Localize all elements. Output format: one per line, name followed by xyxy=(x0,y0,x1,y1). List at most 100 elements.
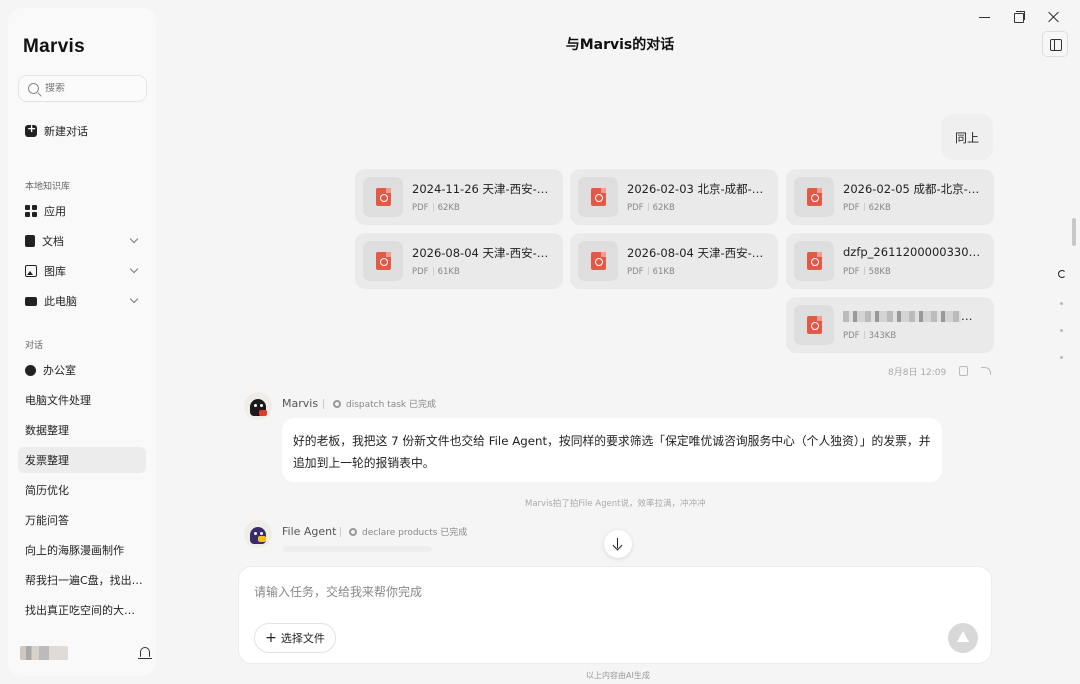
new-chat-icon xyxy=(25,122,37,137)
office-icon xyxy=(25,364,36,376)
file-meta: PDF 62KB xyxy=(412,203,460,213)
conversation-label: 办公室 xyxy=(43,364,76,377)
conversation-item[interactable]: 找出真正吃空间的大… xyxy=(18,597,146,623)
pdf-icon xyxy=(807,188,822,206)
task-status: declare products 已完成 xyxy=(349,525,467,538)
conversation-item[interactable]: 简历优化 xyxy=(18,477,146,503)
assistant-message-bubble: 好的老板，我把这 7 份新文件也交给 File Agent，按同样的要求筛选「保… xyxy=(282,418,942,482)
chevron-down-icon[interactable] xyxy=(129,264,139,274)
image-icon xyxy=(25,265,37,277)
sidebar-item-label: 此电脑 xyxy=(44,295,77,308)
share-icon[interactable] xyxy=(981,367,991,375)
sender-name: File Agent xyxy=(282,525,337,538)
file-attachment[interactable]: 2024-11-26 天津-西安-2… PDF 62KB xyxy=(355,169,563,225)
conversations-heading: 对话 xyxy=(25,341,44,351)
nav-dot[interactable] xyxy=(1060,302,1063,305)
select-files-button[interactable]: + 选择文件 xyxy=(254,623,336,653)
scroll-to-bottom-button[interactable] xyxy=(604,530,632,558)
conversation-item[interactable]: 向上的海豚漫画制作 xyxy=(18,537,146,563)
file-agent-avatar xyxy=(244,520,272,548)
pdf-icon xyxy=(807,316,822,334)
file-attachment[interactable]: 2026-08-04 天津-西安-2… PDF 61KB xyxy=(570,233,778,289)
file-attachment[interactable]: 2026-08-04 天津-西安-2… PDF 61KB xyxy=(355,233,563,289)
restore-button[interactable] xyxy=(1012,10,1026,24)
pdf-icon xyxy=(591,188,606,206)
page-title: 与Marvis的对话 xyxy=(565,37,675,53)
message-timestamp: 8月8日 12:09 xyxy=(888,368,947,378)
file-name: 2026-02-05 成都-北京-2… xyxy=(843,182,986,196)
plus-icon: + xyxy=(265,630,277,646)
document-icon xyxy=(25,235,35,247)
task-status: dispatch task 已完成 xyxy=(333,397,436,410)
ai-disclaimer: 以上内容由AI生成 xyxy=(586,671,650,680)
search-box[interactable] xyxy=(18,75,147,102)
sidebar: Marvis 新建对话 本地知识库 应用 文档 图库 此电脑 对话 办公室 电脑… xyxy=(8,8,156,676)
message-navigator[interactable] xyxy=(1058,270,1066,359)
sidebar-item-documents[interactable]: 文档 xyxy=(14,228,146,254)
app-logo: Marvis xyxy=(23,36,86,57)
task-input[interactable] xyxy=(254,583,954,603)
new-chat-button[interactable]: 新建对话 xyxy=(14,118,146,144)
conversation-item[interactable]: 帮我扫一遍C盘，找出… xyxy=(18,567,146,593)
marvis-avatar xyxy=(244,392,272,420)
nav-dot[interactable] xyxy=(1060,329,1063,332)
sidebar-item-label: 图库 xyxy=(44,265,66,278)
conversation-item[interactable]: 电脑文件处理 xyxy=(18,387,146,413)
current-position-icon xyxy=(1058,270,1066,278)
sidebar-item-this-pc[interactable]: 此电脑 xyxy=(14,288,146,314)
search-icon xyxy=(28,83,39,94)
file-meta: PDF 61KB xyxy=(412,267,460,277)
close-button[interactable] xyxy=(1047,10,1061,24)
nav-dot[interactable] xyxy=(1060,356,1063,359)
search-input[interactable] xyxy=(45,83,135,94)
file-attachment[interactable]: 2026-02-05 成都-北京-2… PDF 62KB xyxy=(786,169,994,225)
avatar[interactable] xyxy=(20,646,68,660)
file-meta: PDF 62KB xyxy=(627,203,675,213)
new-chat-label: 新建对话 xyxy=(44,125,88,138)
minimize-button[interactable] xyxy=(978,10,992,24)
message-preview xyxy=(282,546,432,552)
chevron-down-icon[interactable] xyxy=(129,294,139,304)
send-button[interactable] xyxy=(948,623,978,653)
file-name: 2026-02-03 北京-成都-2… xyxy=(627,182,770,196)
sender-name: Marvis xyxy=(282,397,319,410)
conversation-item-active[interactable]: 发票整理 xyxy=(18,447,146,473)
chevron-down-icon[interactable] xyxy=(129,234,139,244)
file-name: dzfp_26112000003306… xyxy=(843,245,986,259)
user-row xyxy=(20,644,152,664)
file-meta: PDF 62KB xyxy=(843,203,891,213)
bell-icon[interactable] xyxy=(138,647,152,659)
file-name-redacted: … xyxy=(843,309,986,323)
sidebar-item-label: 文档 xyxy=(42,235,64,248)
gear-icon xyxy=(333,399,341,408)
copy-icon[interactable] xyxy=(959,366,968,376)
select-files-label: 选择文件 xyxy=(280,632,325,645)
file-meta: PDF 58KB xyxy=(843,267,891,277)
toggle-panel-button[interactable] xyxy=(1042,31,1068,57)
pdf-icon xyxy=(591,252,606,270)
conversation-item[interactable]: 办公室 xyxy=(18,357,146,383)
file-name: 2026-08-04 天津-西安-2… xyxy=(412,246,555,260)
conversation-item[interactable]: 万能问答 xyxy=(18,507,146,533)
computer-icon xyxy=(25,296,37,306)
file-attachment[interactable]: … PDF 343KB xyxy=(786,297,994,353)
file-name: 2026-08-04 天津-西安-2… xyxy=(627,246,770,260)
file-attachment[interactable]: dzfp_26112000003306… PDF 58KB xyxy=(786,233,994,289)
gear-icon xyxy=(349,527,357,536)
apps-icon xyxy=(25,205,37,217)
sidebar-item-gallery[interactable]: 图库 xyxy=(14,258,146,284)
scrollbar[interactable] xyxy=(1072,218,1076,246)
knowledge-base-heading: 本地知识库 xyxy=(25,182,71,192)
user-message-bubble: 同上 xyxy=(941,114,993,160)
file-meta: PDF 61KB xyxy=(627,267,675,277)
file-meta: PDF 343KB xyxy=(843,331,897,341)
pdf-icon xyxy=(376,188,391,206)
file-attachment[interactable]: 2026-02-03 北京-成都-2… PDF 62KB xyxy=(570,169,778,225)
file-name: 2024-11-26 天津-西安-2… xyxy=(412,182,555,196)
composer: + 选择文件 xyxy=(238,566,992,664)
pdf-icon xyxy=(807,252,822,270)
sidebar-item-apps[interactable]: 应用 xyxy=(14,198,146,224)
conversation-item[interactable]: 数据整理 xyxy=(18,417,146,443)
sidebar-item-label: 应用 xyxy=(44,205,66,218)
pdf-icon xyxy=(376,252,391,270)
